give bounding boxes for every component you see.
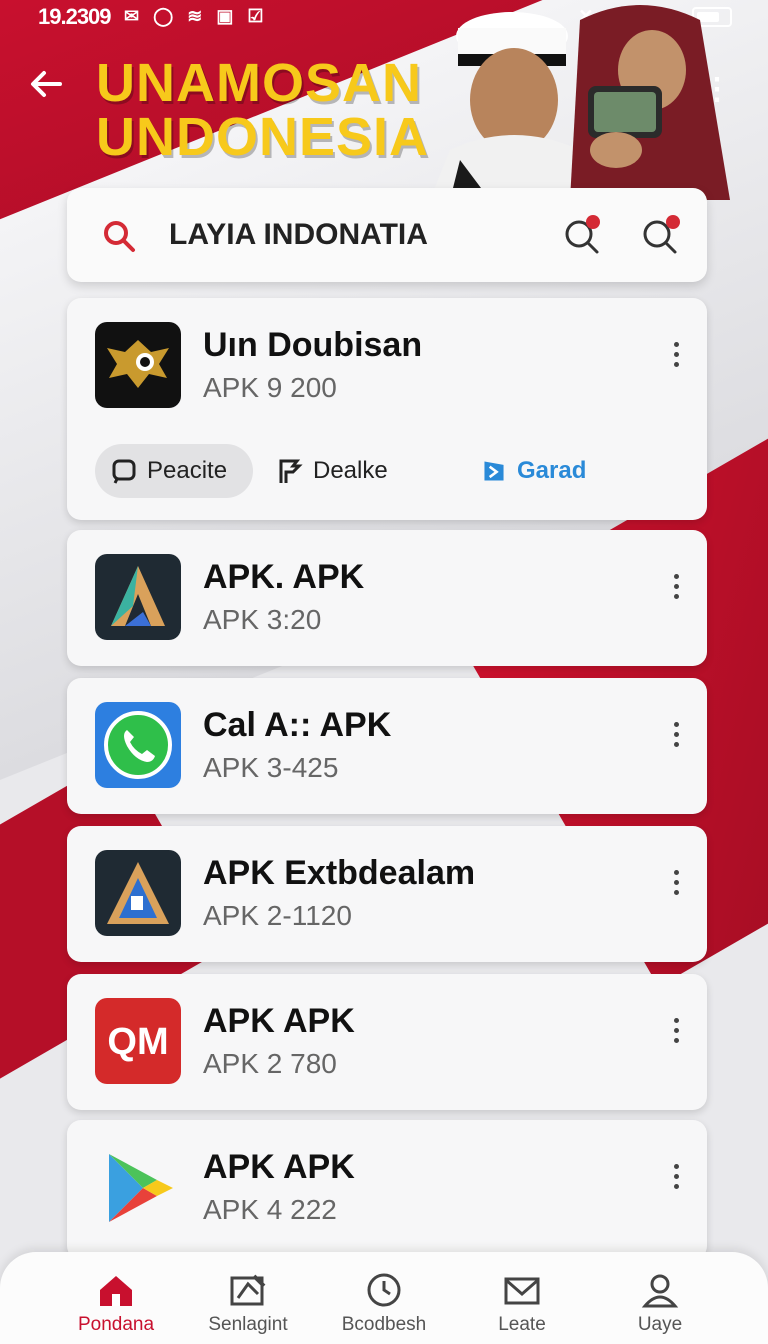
search-filter-icon[interactable] xyxy=(561,212,605,256)
app-name: APK. APK xyxy=(203,558,365,596)
nav-label: Leate xyxy=(498,1314,546,1335)
nav-label: Pondana xyxy=(77,1314,155,1335)
app-list-item[interactable]: APK APK APK 4 222 xyxy=(67,1120,707,1260)
nav-item-senlagint[interactable]: Senlagint xyxy=(178,1270,318,1336)
action-peacite-button[interactable]: Peacite xyxy=(95,444,254,498)
cast-icon: ▣ xyxy=(216,6,234,26)
search-bar[interactable]: LAYIA INDONATIA xyxy=(67,188,707,282)
action-garad-button[interactable]: Garad xyxy=(481,444,586,498)
action-label: Garad xyxy=(517,457,587,484)
app-version: APK 3-425 xyxy=(203,752,339,783)
title-line-2: UNDONESIA xyxy=(96,107,430,167)
app-version: APK 3:20 xyxy=(203,604,322,635)
action-label: Dealke xyxy=(313,457,388,484)
app-name: Cal A:: APK xyxy=(203,706,392,744)
app-version: APK 2 780 xyxy=(203,1048,337,1079)
apk-extb-icon xyxy=(95,850,181,936)
search-notification-icon[interactable] xyxy=(639,212,683,256)
mail-icon xyxy=(504,1277,540,1305)
header-photo xyxy=(430,5,730,200)
apk-a-icon xyxy=(95,554,181,640)
action-label: Peacite xyxy=(147,457,228,484)
svg-text:QM: QM xyxy=(107,1021,168,1063)
featured-app-name: Uın Doubisan xyxy=(203,326,423,364)
nav-label: Bcodbesh xyxy=(341,1314,427,1335)
featured-app-card[interactable]: Uın Doubisan APK 9 200 Peacite Dealke Ga… xyxy=(67,298,707,520)
app-version: APK 2-1120 xyxy=(203,900,352,931)
om-icon: QM xyxy=(95,998,181,1084)
search-input[interactable]: LAYIA INDONATIA xyxy=(169,218,428,252)
action-dealke-button[interactable]: Dealke xyxy=(277,444,388,498)
app-name: APK Extbdealam xyxy=(203,854,476,892)
message-icon: ✉ xyxy=(124,6,140,26)
check-icon: ☑ xyxy=(247,6,264,26)
app-list-item[interactable]: APK Extbdealam APK 2-1120 xyxy=(67,826,707,962)
play-store-icon xyxy=(95,1144,181,1230)
image-edit-icon xyxy=(230,1274,266,1306)
app-name: APK APK xyxy=(203,1002,355,1040)
more-options-icon[interactable] xyxy=(669,870,683,900)
send-icon xyxy=(484,461,504,481)
app-list-item[interactable]: APK. APK APK 3:20 xyxy=(67,530,707,666)
chat-bubble-icon xyxy=(112,459,136,484)
nav-item-bcodbesh[interactable]: Bcodbesh xyxy=(314,1270,454,1336)
more-options-icon[interactable] xyxy=(669,722,683,752)
nav-item-leate[interactable]: Leate xyxy=(452,1270,592,1336)
clock-icon xyxy=(367,1273,401,1307)
more-options-icon[interactable] xyxy=(669,342,683,372)
phone-call-icon xyxy=(95,702,181,788)
app-list-item[interactable]: QM APK APK APK 2 780 xyxy=(67,974,707,1110)
app-name: APK APK xyxy=(203,1148,355,1186)
wifi-icon: ≋ xyxy=(187,6,203,26)
nav-item-pondana[interactable]: Pondana xyxy=(46,1270,186,1336)
more-options-icon[interactable] xyxy=(669,1164,683,1194)
user-icon xyxy=(641,1274,679,1308)
back-arrow-icon[interactable] xyxy=(26,64,66,104)
chat-icon: ◯ xyxy=(153,6,174,26)
garuda-icon xyxy=(95,322,181,408)
search-icon xyxy=(104,221,135,252)
nav-label: Uaye xyxy=(637,1314,683,1335)
featured-app-version: APK 9 200 xyxy=(203,372,337,403)
more-options-icon[interactable] xyxy=(669,574,683,604)
home-icon xyxy=(100,1276,132,1306)
nav-item-uaye[interactable]: Uaye xyxy=(590,1270,730,1336)
app-list-item[interactable]: Cal A:: APK APK 3-425 xyxy=(67,678,707,814)
more-options-icon[interactable] xyxy=(669,1018,683,1048)
page-title: UNAMOSAN UNDONESIA xyxy=(96,56,429,164)
bottom-navigation: Pondana Senlagint Bcodbesh Leate Uaye xyxy=(0,1252,768,1344)
flag-icon xyxy=(279,459,303,483)
status-time: 19.2309 xyxy=(38,4,112,29)
nav-label: Senlagint xyxy=(208,1314,288,1335)
app-version: APK 4 222 xyxy=(203,1194,337,1225)
title-line-1: UNAMOSAN xyxy=(96,53,422,113)
